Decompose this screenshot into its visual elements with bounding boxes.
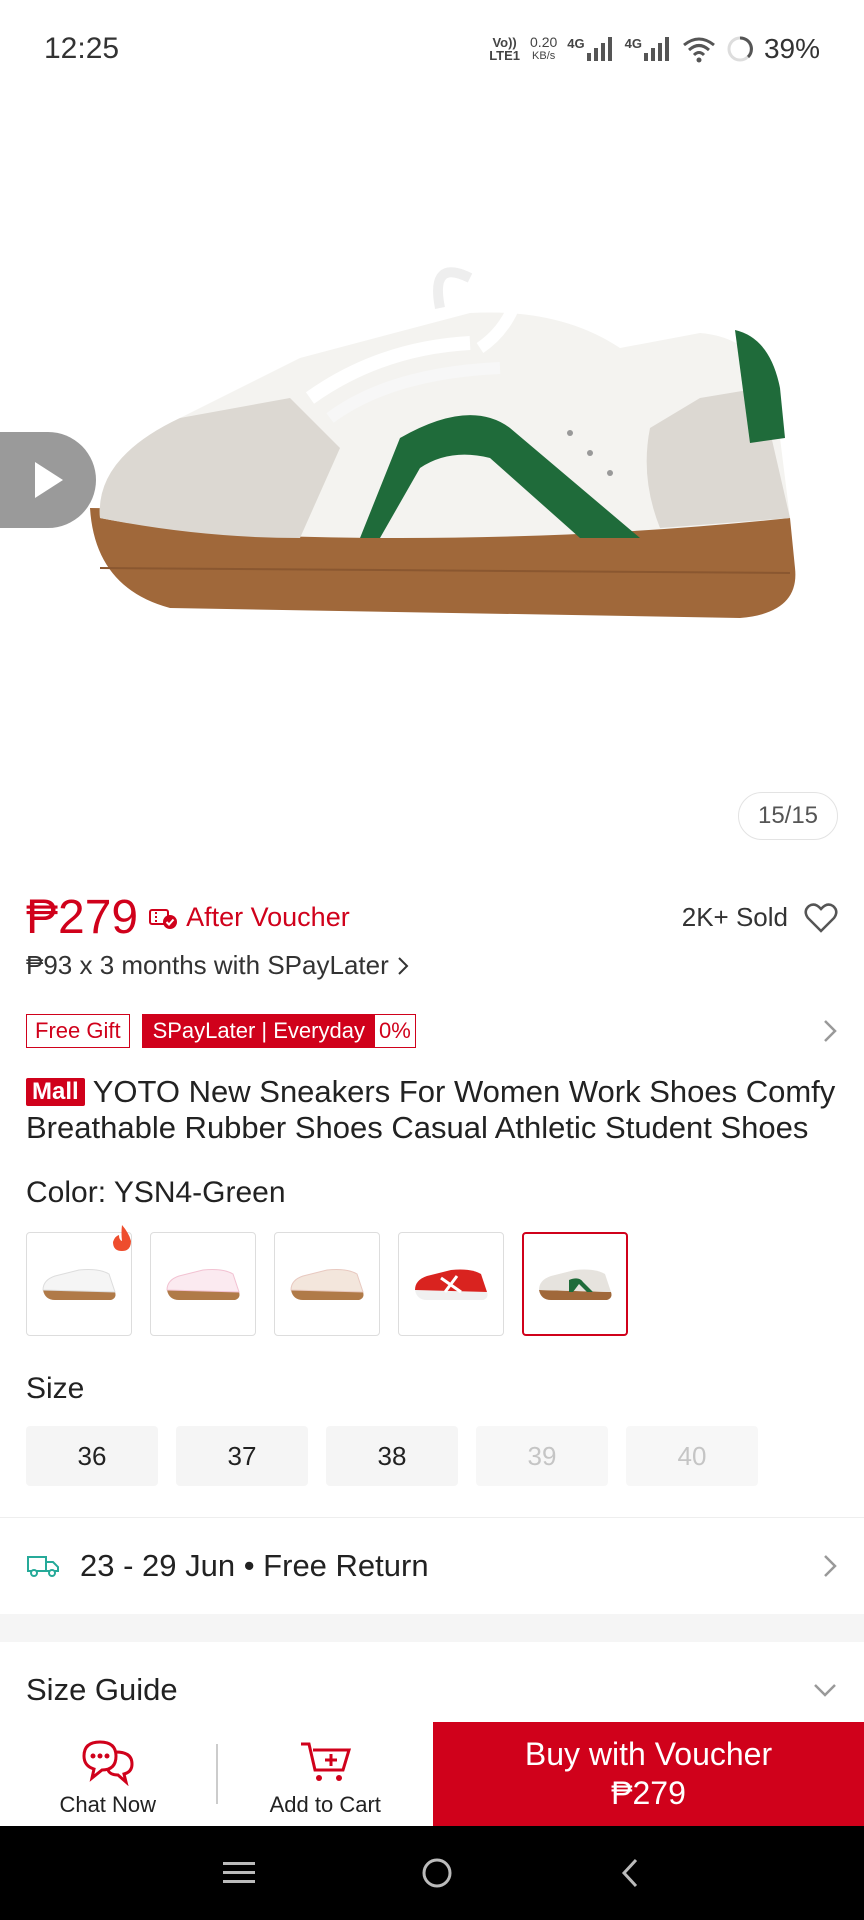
signal-1-icon: 4G	[567, 37, 614, 61]
image-counter: 15/15	[738, 792, 838, 840]
voucher-icon	[149, 908, 178, 929]
sold-count: 2K+ Sold	[681, 902, 788, 932]
size-option-40: 40	[626, 1426, 758, 1486]
size-options: 36 37 38 39 40	[26, 1426, 758, 1486]
battery-percent: 39%	[763, 33, 820, 64]
size-label: Size	[26, 1372, 85, 1405]
size-option-37[interactable]: 37	[176, 1426, 308, 1486]
product-title: Mall YOTO New Sneakers For Women Work Sh…	[26, 1074, 838, 1146]
price-value: ₱279	[26, 891, 139, 944]
shoe-thumbnail	[415, 1269, 488, 1300]
net-speed: 0.20 KB/s	[530, 34, 558, 62]
color-option-beige-pink[interactable]	[274, 1232, 380, 1336]
color-option-green[interactable]	[522, 1232, 628, 1336]
heart-icon[interactable]	[804, 902, 838, 933]
chevron-right-icon	[824, 1020, 837, 1042]
color-option-pink[interactable]	[150, 1232, 256, 1336]
chevron-down-icon	[814, 1684, 836, 1697]
size-option-39: 39	[476, 1426, 608, 1486]
chat-icon	[82, 1740, 134, 1786]
cart-icon	[301, 1742, 352, 1781]
color-swatches	[26, 1225, 628, 1336]
shoe-thumbnail	[290, 1269, 364, 1300]
price-row: ₱279 After Voucher 2K+ Sold	[26, 890, 838, 945]
promo-badges[interactable]: Free Gift SPayLater | Everyday 0%	[26, 1014, 838, 1048]
shoe-thumbnail	[539, 1269, 612, 1300]
installment-text: ₱93 x 3 months with SPayLater	[26, 950, 389, 980]
spaylater-badge: SPayLater | Everyday 0%	[141, 1014, 416, 1048]
buy-label: Buy with Voucher	[524, 1736, 773, 1772]
add-to-cart-button[interactable]: Add to Cart	[218, 1722, 434, 1826]
add-to-cart-label: Add to Cart	[269, 1792, 381, 1817]
installment-link[interactable]: ₱93 x 3 months with SPayLater	[26, 950, 409, 981]
shoe-thumbnail	[42, 1269, 116, 1300]
hot-flame-icon	[113, 1225, 131, 1251]
signal-2-icon: 4G	[625, 37, 672, 61]
video-play-button[interactable]	[0, 432, 96, 528]
size-guide-label: Size Guide	[26, 1672, 178, 1707]
delivery-text: 23 - 29 Jun • Free Return	[80, 1548, 429, 1583]
truck-icon	[27, 1556, 59, 1577]
shoe-thumbnail	[166, 1269, 240, 1300]
chat-now-button[interactable]: Chat Now	[0, 1722, 216, 1826]
size-option-36[interactable]: 36	[26, 1426, 158, 1486]
color-label: Color: YSN4-Green	[26, 1176, 286, 1209]
bottom-action-bar: Chat Now Add to Cart Buy with Voucher ₱2…	[0, 1722, 864, 1826]
wifi-icon	[683, 37, 715, 63]
chevron-right-icon	[398, 956, 409, 975]
size-option-38[interactable]: 38	[326, 1426, 458, 1486]
menu-icon[interactable]	[222, 1859, 256, 1887]
status-icons: Vo)) LTE1 0.20 KB/s 4G 4G 39%	[489, 33, 820, 65]
system-nav-bar	[0, 1826, 864, 1920]
status-bar: 12:25 Vo)) LTE1 0.20 KB/s 4G 4G 39%	[0, 0, 864, 98]
color-option-red[interactable]	[398, 1232, 504, 1336]
status-time: 12:25	[44, 32, 120, 65]
chat-now-label: Chat Now	[59, 1792, 157, 1817]
back-icon[interactable]	[618, 1856, 642, 1890]
delivery-row[interactable]: 23 - 29 Jun • Free Return	[0, 1518, 864, 1614]
volte-indicator: Vo)) LTE1	[489, 35, 521, 63]
mall-tag: Mall	[26, 1078, 85, 1106]
buy-with-voucher-button[interactable]: Buy with Voucher ₱279	[433, 1722, 864, 1826]
battery-ring-icon	[727, 36, 753, 62]
color-option-white-gum[interactable]	[26, 1225, 132, 1336]
home-icon[interactable]	[420, 1856, 454, 1890]
after-voucher-label: After Voucher	[186, 902, 350, 932]
free-gift-badge: Free Gift	[26, 1014, 130, 1048]
section-gap	[0, 1614, 864, 1642]
product-image-gallery[interactable]: 15/15	[0, 98, 864, 858]
product-image	[90, 267, 796, 618]
chevron-right-icon	[824, 1555, 837, 1577]
product-title-text: YOTO New Sneakers For Women Work Shoes C…	[26, 1074, 836, 1145]
buy-price: ₱279	[611, 1775, 686, 1811]
play-icon	[35, 462, 63, 498]
